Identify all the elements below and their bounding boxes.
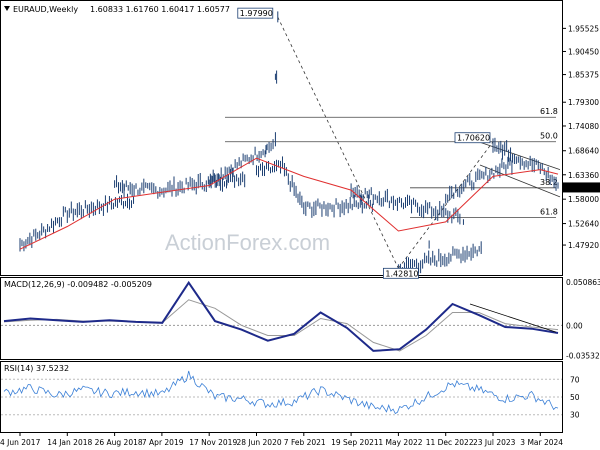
rsi-y-label: 50 (570, 393, 580, 402)
x-tick-label: 17 Nov 2019 (189, 438, 237, 447)
macd-pane (0, 277, 563, 360)
x-tick-label: 23 Jul 2023 (473, 438, 516, 447)
symbol-timeframe: EURAUD,Weekly (13, 5, 78, 14)
macd-title: MACD(12,26,9) -0.009482 -0.005209 (4, 280, 152, 289)
rsi-y-label: 70 (570, 375, 580, 384)
y-tick-label: 1.58000 (568, 195, 599, 204)
x-tick-label: 7 Feb 2021 (284, 438, 326, 447)
x-tick-label: 7 Apr 2019 (142, 438, 184, 447)
y-tick-label: 1.95525 (568, 24, 599, 33)
x-tick-label: 11 Dec 2022 (426, 438, 474, 447)
y-tick-label: 1.85375 (568, 71, 599, 80)
x-tick-label: 14 Jan 2018 (47, 438, 92, 447)
chart-title: EURAUD,Weekly 1.60833 1.61760 1.60417 1.… (4, 5, 230, 14)
rsi-title: RSI(14) 37.5232 (4, 364, 69, 373)
x-tick-label: 1 May 2022 (378, 438, 422, 447)
watermark: ActionForex.com (165, 230, 330, 255)
rsi-y-label: 30 (570, 411, 580, 420)
y-tick-label: 1.68640 (568, 147, 599, 156)
price-annotation-label: 1.97990 (240, 9, 273, 18)
y-tick-label: 1.52640 (568, 220, 599, 229)
fib-label: 61.8 (540, 207, 558, 216)
y-tick-label: 1.90450 (568, 47, 599, 56)
y-tick-label: 1.47920 (568, 241, 599, 250)
x-tick-label: 3 Mar 2024 (520, 438, 563, 447)
chart-root: ActionForex.com 61.8 50.0 38.2 61.8 1.97990 1… (0, 0, 600, 447)
fib-label: 61.8 (540, 107, 558, 116)
current-price-label: 1.60577 (566, 183, 597, 192)
fib-label: 38.2 (540, 178, 558, 187)
fib-label: 50.0 (540, 132, 558, 141)
y-tick-label: 1.63360 (568, 171, 599, 180)
x-tick-label: 28 Jun 2020 (237, 438, 282, 447)
x-tick-label: 26 Aug 2018 (95, 438, 143, 447)
ohlc-values: 1.60833 1.61760 1.60417 1.60577 (90, 5, 230, 14)
x-tick-label: 19 Sep 2021 (331, 438, 379, 447)
macd-y-label: -0.035322 (566, 351, 600, 360)
y-tick-label: 1.79300 (568, 98, 599, 107)
price-annotation-label: 1.42810 (385, 269, 418, 278)
y-tick-label: 1.74080 (568, 122, 599, 131)
macd-y-label: 0.00 (566, 321, 583, 330)
price-annotation-label: 1.70620 (457, 134, 490, 143)
macd-y-label: 0.050863 (566, 278, 600, 287)
x-tick-label: 4 Jun 2017 (0, 438, 41, 447)
